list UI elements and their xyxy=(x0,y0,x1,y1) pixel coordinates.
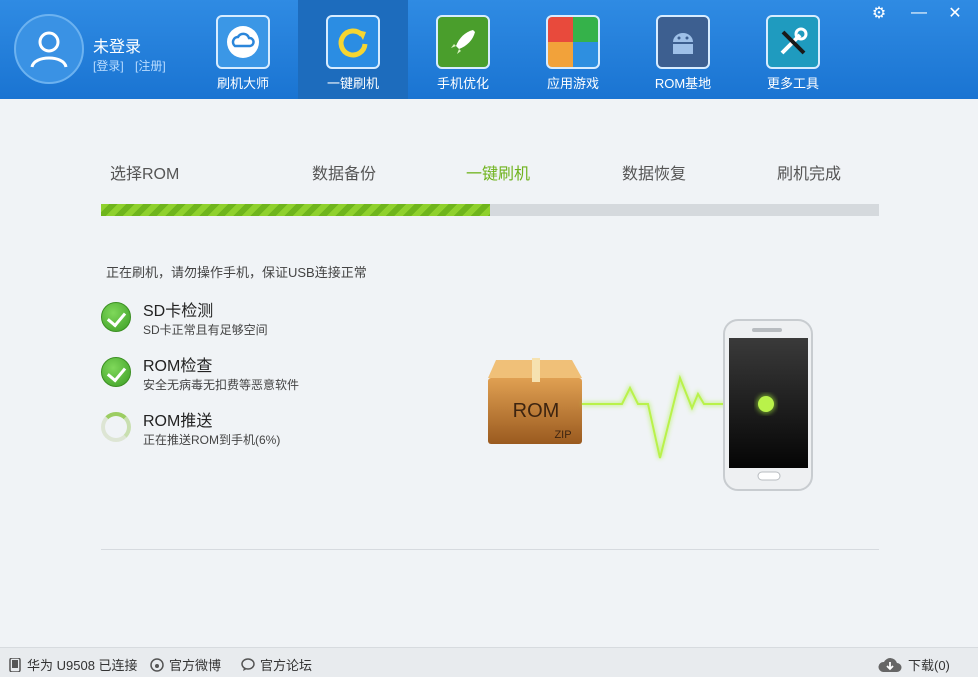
avatar[interactable] xyxy=(14,14,84,84)
check-title: ROM推送 xyxy=(143,413,213,430)
check-desc: SD卡正常且有足够空间 xyxy=(143,323,268,337)
forum-label: 官方论坛 xyxy=(260,658,313,673)
flash-illustration: ROM ZIP xyxy=(488,319,813,491)
chat-bubble-icon xyxy=(241,657,255,671)
check-title: ROM检查 xyxy=(143,358,213,375)
progress-bar xyxy=(101,204,879,216)
top-header: 未登录 [登录] [注册] 刷机大师 一键刷机 手机优化 应用游戏 ROM基地 xyxy=(0,0,978,99)
settings-gear-icon[interactable]: ⚙ xyxy=(864,0,894,26)
divider xyxy=(101,549,879,550)
register-link[interactable]: [注册] xyxy=(135,59,166,73)
nav-item-rom-base[interactable]: ROM基地 xyxy=(628,0,738,99)
user-icon xyxy=(30,31,68,68)
step-indicator: 选择ROM 数据备份 一键刷机 数据恢复 刷机完成 xyxy=(101,160,879,184)
nav-label: 刷机大师 xyxy=(216,76,269,91)
step-one-click-flash: 一键刷机 xyxy=(466,166,531,183)
cloud-download-icon xyxy=(878,657,902,672)
rom-box-icon: ROM ZIP xyxy=(488,358,582,444)
rocket-icon xyxy=(436,15,490,69)
nav-item-more-tools[interactable]: 更多工具 xyxy=(738,0,848,99)
step-select-rom: 选择ROM xyxy=(110,166,180,183)
progress-fill xyxy=(101,204,490,216)
phone-small-icon xyxy=(9,657,21,672)
step-data-backup: 数据备份 xyxy=(312,166,377,183)
box-sub-label: ZIP xyxy=(554,429,571,441)
nav-item-apps-games[interactable]: 应用游戏 xyxy=(518,0,628,99)
status-bar: 华为 U9508 已连接 官方微博 官方论坛 下载(0) xyxy=(0,647,978,677)
nav-item-one-click-flash[interactable]: 一键刷机 xyxy=(298,0,408,99)
device-status-text: 华为 U9508 已连接 xyxy=(27,658,138,673)
user-name: 未登录 xyxy=(93,39,142,56)
check-done-icon xyxy=(101,302,131,332)
nav-label: 手机优化 xyxy=(436,76,489,91)
device-status[interactable]: 华为 U9508 已连接 xyxy=(8,655,138,674)
phone-icon xyxy=(723,319,813,491)
weibo-link[interactable]: 官方微博 xyxy=(150,655,221,674)
status-message: 正在刷机，请勿操作手机，保证USB连接正常 xyxy=(106,265,367,280)
check-desc: 安全无病毒无扣费等恶意软件 xyxy=(143,378,300,392)
weibo-label: 官方微博 xyxy=(169,658,222,673)
android-icon xyxy=(656,15,710,69)
tools-icon xyxy=(766,15,820,69)
check-rom-push: ROM推送 正在推送ROM到手机(6%) xyxy=(101,407,361,453)
cloud-icon xyxy=(216,15,270,69)
step-flash-complete: 刷机完成 xyxy=(777,166,842,183)
check-rom: ROM检查 安全无病毒无扣费等恶意软件 xyxy=(101,352,361,398)
nav-label: ROM基地 xyxy=(654,76,712,91)
nav-label: 一键刷机 xyxy=(326,76,379,91)
refresh-icon xyxy=(326,15,380,69)
loading-spinner-icon xyxy=(101,412,131,442)
check-title: SD卡检测 xyxy=(143,303,214,320)
nav-item-flash-master[interactable]: 刷机大师 xyxy=(188,0,298,99)
nav-label: 应用游戏 xyxy=(546,76,599,91)
user-links: [登录] [注册] xyxy=(93,57,174,74)
nav-label: 更多工具 xyxy=(766,76,819,91)
minimize-icon[interactable]: — xyxy=(904,0,934,26)
close-icon[interactable]: ✕ xyxy=(940,0,970,26)
box-label: ROM xyxy=(513,400,560,422)
login-link[interactable]: [登录] xyxy=(93,59,124,73)
step-data-restore: 数据恢复 xyxy=(622,166,687,183)
weibo-icon xyxy=(150,657,164,672)
tiles-icon xyxy=(546,15,600,69)
forum-link[interactable]: 官方论坛 xyxy=(241,655,312,674)
check-desc: 正在推送ROM到手机(6%) xyxy=(143,433,281,447)
download-button[interactable]: 下载(0) xyxy=(877,655,950,674)
nav-item-phone-optimize[interactable]: 手机优化 xyxy=(408,0,518,99)
check-done-icon xyxy=(101,357,131,387)
check-sd-card: SD卡检测 SD卡正常且有足够空间 xyxy=(101,297,361,343)
download-label: 下载(0) xyxy=(908,658,950,673)
